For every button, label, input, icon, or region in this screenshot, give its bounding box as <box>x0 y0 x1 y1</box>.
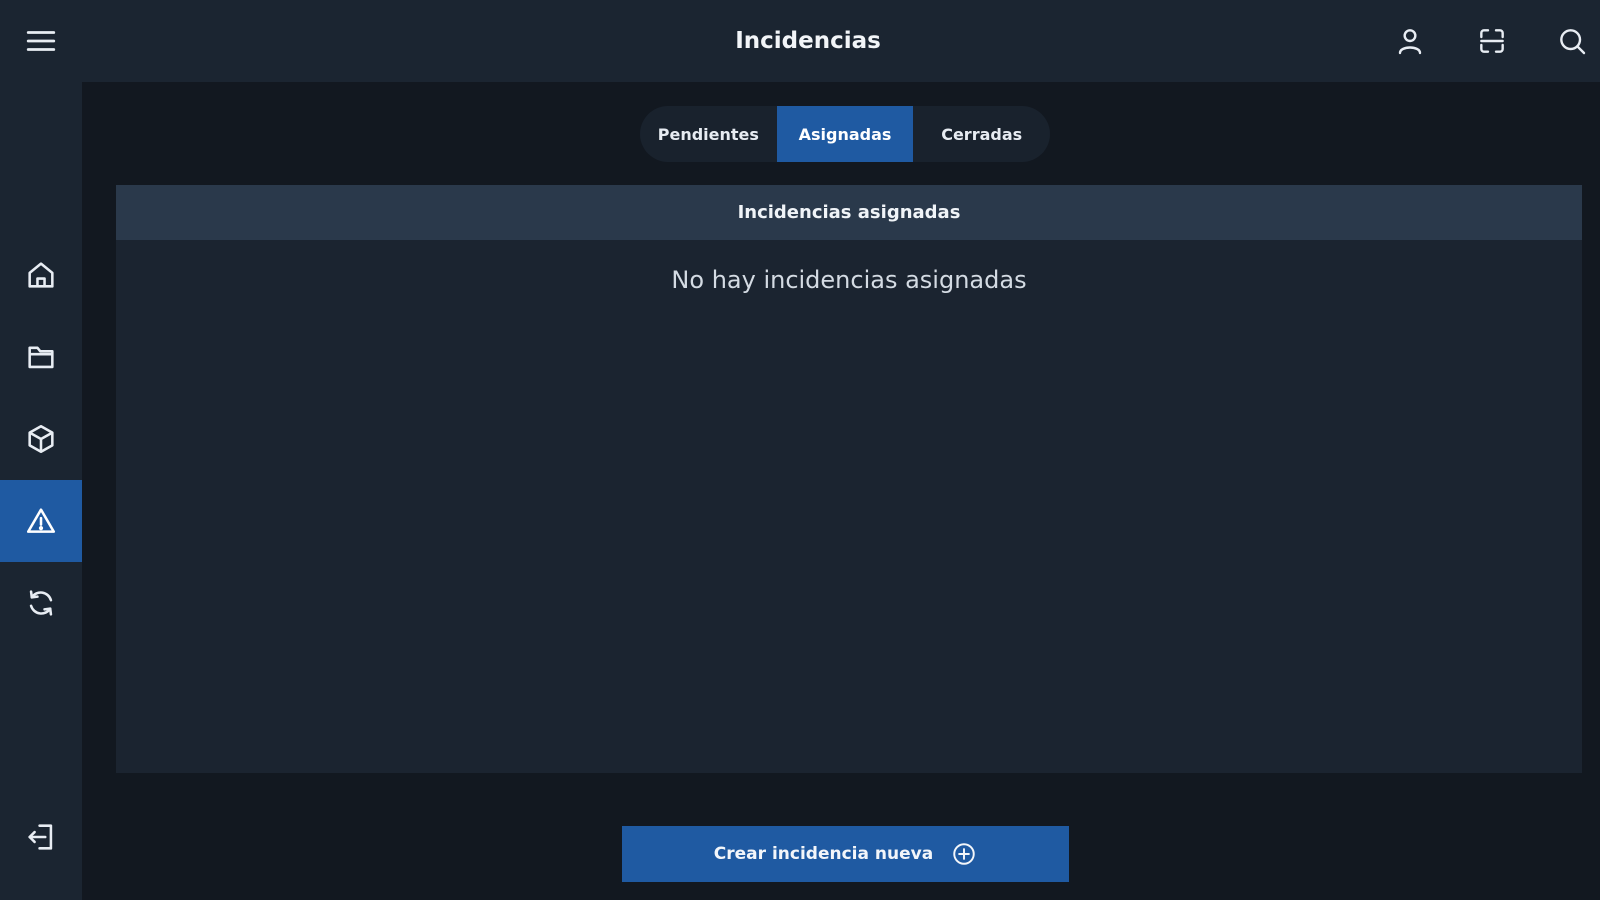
scan-button[interactable] <box>1472 21 1512 61</box>
logout-icon <box>28 824 53 850</box>
logout-button[interactable] <box>0 796 82 878</box>
folder-icon <box>28 346 54 369</box>
menu-icon <box>26 31 56 51</box>
scan-icon <box>1480 29 1504 53</box>
sidebar-item-products[interactable] <box>0 398 82 480</box>
cube-icon <box>28 424 54 454</box>
search-button[interactable] <box>1552 21 1592 61</box>
add-circle-icon <box>953 843 975 865</box>
sync-icon <box>29 590 53 616</box>
create-incident-label: Crear incidencia nueva <box>713 844 934 864</box>
page-title: Incidencias <box>735 28 881 54</box>
warning-icon <box>26 508 56 533</box>
sidebar-item-folder[interactable] <box>0 316 82 398</box>
sidebar-item-sync[interactable] <box>0 562 82 644</box>
search-icon <box>1560 29 1586 55</box>
sidebar-item-incidencias[interactable] <box>0 480 82 562</box>
status-tabs: Pendientes Asignadas Cerradas <box>640 106 1050 162</box>
menu-button[interactable] <box>0 0 82 82</box>
empty-state-message: No hay incidencias asignadas <box>671 266 1027 294</box>
user-icon <box>1398 29 1422 55</box>
home-icon <box>28 262 54 288</box>
tab-asignadas[interactable]: Asignadas <box>776 106 914 162</box>
user-button[interactable] <box>1390 21 1430 61</box>
top-bar: Incidencias <box>82 0 1600 82</box>
sidebar-item-home[interactable] <box>0 234 82 316</box>
panel-header: Incidencias asignadas <box>116 185 1582 240</box>
sidebar <box>0 0 82 900</box>
incidents-panel: Incidencias asignadas No hay incidencias… <box>116 185 1582 773</box>
tab-cerradas[interactable]: Cerradas <box>913 106 1050 162</box>
create-incident-button[interactable]: Crear incidencia nueva <box>622 826 1069 882</box>
tab-pendientes[interactable]: Pendientes <box>640 106 777 162</box>
